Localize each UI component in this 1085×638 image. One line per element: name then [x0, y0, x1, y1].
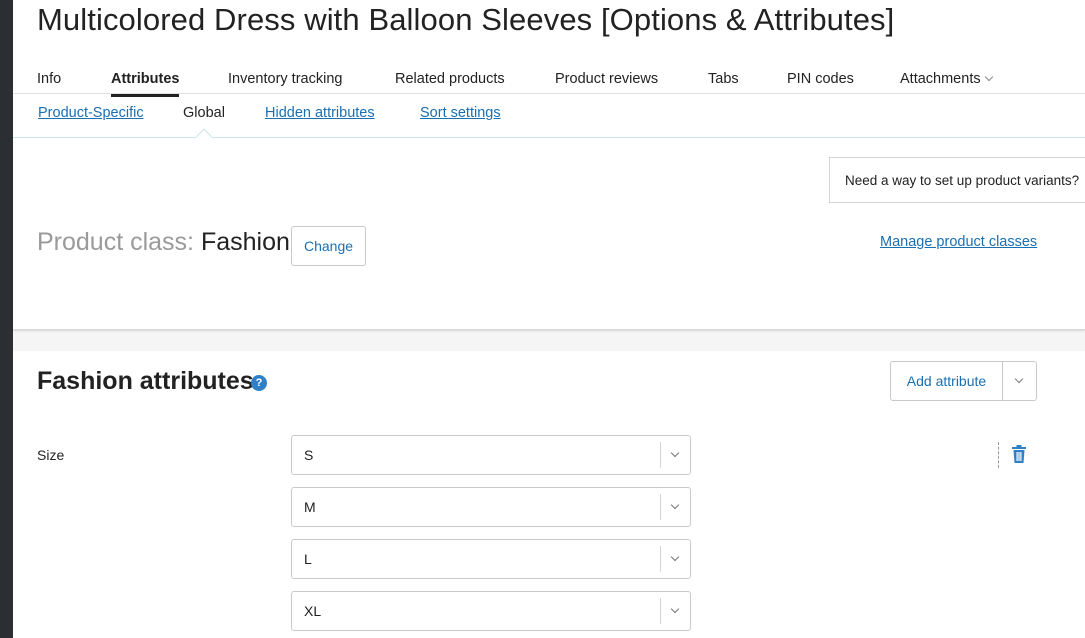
chevron-down-icon [984, 72, 993, 82]
chevron-down-icon [670, 448, 680, 458]
select-arrow [660, 546, 690, 572]
tab-pin-codes[interactable]: PIN codes [787, 71, 854, 87]
select-value: M [304, 499, 316, 515]
tab-info[interactable]: Info [37, 71, 61, 87]
page-title: Multicolored Dress with Balloon Sleeves … [37, 2, 895, 37]
tab-attributes[interactable]: Attributes [111, 71, 180, 97]
tab-attachments-label: Attachments [900, 71, 981, 87]
chevron-down-icon [670, 552, 680, 562]
manage-product-classes-link[interactable]: Manage product classes [880, 234, 1037, 250]
add-attribute-split-button: Add attribute [890, 361, 1037, 401]
size-select-2[interactable]: M [291, 487, 691, 527]
subtab-global[interactable]: Global [183, 105, 225, 121]
subtab-sort-settings[interactable]: Sort settings [420, 105, 501, 121]
chevron-down-icon [670, 500, 680, 510]
product-class-heading: Product class: Fashion [37, 228, 290, 257]
tab-attachments[interactable]: Attachments [900, 71, 993, 87]
select-arrow [660, 494, 690, 520]
chevron-down-icon [670, 604, 680, 614]
sidebar-strip [0, 0, 13, 638]
attributes-panel: Fashion attributes ? Add attribute Size … [13, 351, 1085, 638]
chevron-down-icon [1014, 374, 1024, 384]
tab-tabs[interactable]: Tabs [708, 71, 739, 87]
product-class-label: Product class: [37, 228, 195, 256]
tab-related-products[interactable]: Related products [395, 71, 505, 87]
size-select-1[interactable]: S [291, 435, 691, 475]
tab-product-reviews[interactable]: Product reviews [555, 71, 658, 87]
trash-icon[interactable] [1011, 445, 1027, 463]
row-divider [998, 442, 999, 468]
select-arrow [660, 442, 690, 468]
active-subtab-pointer [195, 128, 213, 146]
select-value: XL [304, 603, 322, 619]
product-class-value: Fashion [200, 228, 290, 256]
size-select-3[interactable]: L [291, 539, 691, 579]
subtab-hidden-attributes[interactable]: Hidden attributes [265, 105, 375, 121]
add-attribute-button[interactable]: Add attribute [891, 362, 1002, 400]
size-select-4[interactable]: XL [291, 591, 691, 631]
select-value: S [304, 447, 314, 463]
sub-tabs: Product-Specific Global Hidden attribute… [13, 94, 1085, 146]
add-attribute-dropdown-toggle[interactable] [1002, 362, 1036, 400]
attribute-name: Size [37, 447, 65, 463]
tab-inventory-tracking[interactable]: Inventory tracking [228, 71, 342, 87]
variants-hint-button[interactable]: Need a way to set up product variants? [829, 157, 1085, 203]
help-icon[interactable]: ? [251, 375, 267, 391]
product-header-panel: Multicolored Dress with Balloon Sleeves … [13, 0, 1085, 330]
select-arrow [660, 598, 690, 624]
main-tabs: Info Attributes Inventory tracking Relat… [13, 66, 1085, 97]
change-class-button[interactable]: Change [291, 226, 366, 266]
subtab-product-specific[interactable]: Product-Specific [38, 105, 144, 121]
select-value: L [304, 551, 312, 567]
section-title: Fashion attributes [37, 367, 254, 395]
